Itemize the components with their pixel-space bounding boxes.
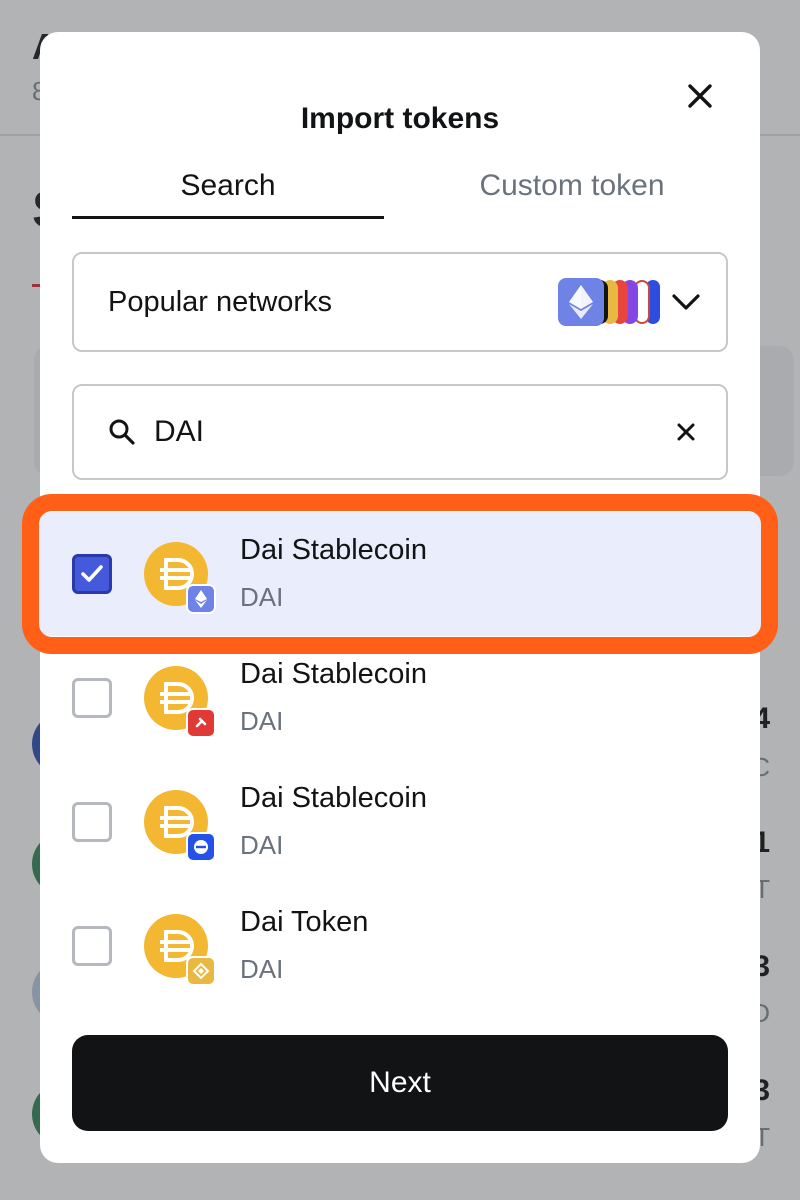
search-box [72,384,728,480]
token-checkbox[interactable] [72,802,112,842]
token-row-dai-base[interactable]: Dai Stablecoin DAI [40,760,760,884]
ethereum-badge-icon [195,590,207,608]
token-row-dai-ethereum[interactable]: Dai Stablecoin DAI [36,512,764,636]
ethereum-glyph [569,285,593,319]
search-icon [109,419,135,445]
import-tokens-modal: Import tokens Search Custom token Popula… [36,32,764,1163]
close-icon [688,84,712,108]
ethereum-network-badge [186,584,216,614]
token-name: Dai Token [240,906,369,938]
token-name: Dai Stablecoin [240,534,427,566]
tab-search[interactable]: Search [72,166,384,220]
network-icons [558,278,668,326]
token-row-dai-bnb[interactable]: Dai Token DAI [40,884,760,1008]
next-button[interactable]: Next [72,1035,728,1131]
chevron-down-icon [672,294,700,310]
search-input[interactable] [154,412,634,452]
token-name: Dai Stablecoin [240,658,427,690]
base-network-badge [186,832,216,862]
ethereum-icon [558,278,604,326]
token-checkbox[interactable] [72,678,112,718]
base-badge-icon [194,840,208,854]
token-symbol: DAI [240,954,284,984]
active-tab-indicator [72,216,384,219]
token-name: Dai Stablecoin [240,782,427,814]
optimism-badge-icon [195,717,207,728]
token-checkbox[interactable] [72,554,112,594]
modal-title: Import tokens [300,102,500,135]
optimism-network-badge [186,708,216,738]
clear-search-icon[interactable] [670,416,702,448]
token-checkbox[interactable] [72,926,112,966]
network-select-label: Popular networks [108,286,333,318]
bnb-network-badge [186,956,216,986]
token-symbol: DAI [240,582,284,612]
close-button[interactable] [680,76,720,116]
token-row-dai-optimism[interactable]: Dai Stablecoin DAI [40,636,760,760]
network-select[interactable]: Popular networks [72,252,728,352]
tab-custom-token[interactable]: Custom token [416,166,728,220]
bnb-badge-icon [192,962,210,980]
checkmark-icon [81,565,103,582]
token-symbol: DAI [240,706,284,736]
token-symbol: DAI [240,830,284,860]
